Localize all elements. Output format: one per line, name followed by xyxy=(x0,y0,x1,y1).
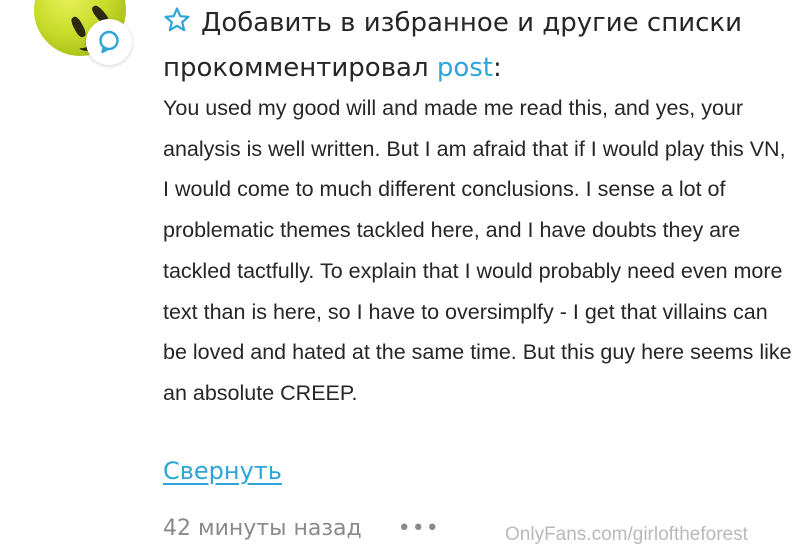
comment-header: Добавить в избранное и другие списки про… xyxy=(163,2,793,89)
watermark: OnlyFans.com/girloftheforest xyxy=(505,524,748,545)
comment-badge xyxy=(86,19,132,65)
star-outline-icon[interactable] xyxy=(163,5,191,47)
more-dots-icon[interactable]: ••• xyxy=(398,516,440,541)
post-link[interactable]: post xyxy=(437,53,493,83)
avatar-eye-left xyxy=(69,15,88,39)
comment-text: You used my good will and made me read t… xyxy=(163,96,792,405)
add-to-lists-action[interactable]: Добавить в избранное и другие списки xyxy=(201,8,742,38)
header-colon: : xyxy=(493,53,502,83)
commented-prefix: прокомментировал xyxy=(163,53,429,83)
collapse-link[interactable]: Свернуть xyxy=(163,451,282,491)
comment-timestamp: 42 минуты назад xyxy=(163,515,362,541)
comment-bubble-icon xyxy=(99,30,119,54)
